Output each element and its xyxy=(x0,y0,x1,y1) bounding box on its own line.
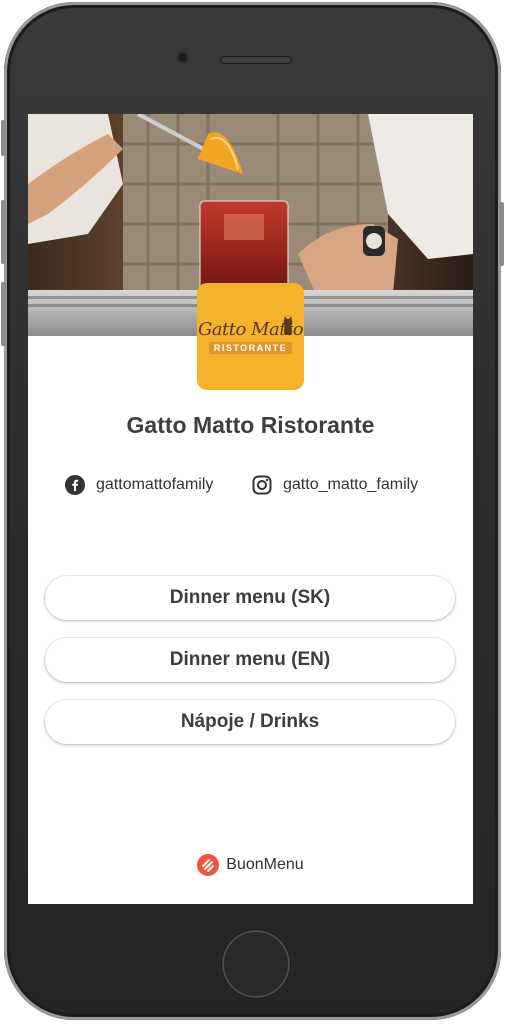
facebook-handle: gattomattofamily xyxy=(96,476,214,493)
front-camera xyxy=(176,51,189,64)
mute-switch xyxy=(1,120,6,156)
button-label: Nápoje / Drinks xyxy=(180,711,320,732)
drinks-menu-button[interactable]: Nápoje / Drinks xyxy=(45,700,455,744)
restaurant-name: Gatto Matto Ristorante xyxy=(126,412,375,438)
restaurant-logo: Gatto Matto RISTORANTE xyxy=(197,283,304,390)
cat-silhouette-icon xyxy=(283,316,293,335)
powered-by-footer[interactable]: BuonMenu xyxy=(28,854,473,876)
logo-subtitle: RISTORANTE xyxy=(208,342,293,354)
button-label: Dinner menu (SK) xyxy=(169,587,331,608)
earpiece-speaker xyxy=(220,56,292,64)
facebook-icon xyxy=(65,475,85,495)
volume-down-button xyxy=(1,282,6,346)
instagram-link[interactable]: gatto_matto_family xyxy=(252,475,418,495)
facebook-link[interactable]: gattomattofamily xyxy=(65,475,213,495)
button-label: Dinner menu (EN) xyxy=(169,649,331,670)
volume-up-button xyxy=(1,200,6,264)
dinner-menu-en-button[interactable]: Dinner menu (EN) xyxy=(45,638,455,682)
home-button[interactable] xyxy=(222,930,290,998)
power-button xyxy=(499,202,504,266)
app-screen: Gatto Matto RISTORANTE Gatto Matto Risto… xyxy=(28,114,473,904)
footer-brand: BuonMenu xyxy=(226,856,304,873)
instagram-handle: gatto_matto_family xyxy=(283,476,419,493)
instagram-icon xyxy=(252,475,272,495)
buonmenu-logo-icon xyxy=(197,854,220,876)
dinner-menu-sk-button[interactable]: Dinner menu (SK) xyxy=(45,576,455,620)
